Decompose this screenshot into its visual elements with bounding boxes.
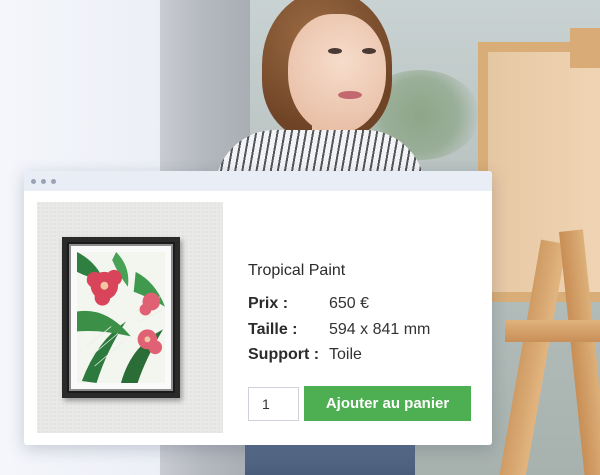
- quantity-input[interactable]: [248, 387, 299, 421]
- spec-label: Support :: [248, 346, 320, 363]
- spec-label: Taille :: [248, 321, 298, 338]
- window-dot-icon: [31, 178, 36, 184]
- woman-eye-right: [362, 48, 376, 54]
- woman-eye-left: [328, 48, 342, 54]
- window-dot-icon: [51, 178, 56, 184]
- spec-value: Toile: [329, 346, 362, 363]
- product-title: Tropical Paint: [248, 262, 346, 279]
- product-image-panel[interactable]: [37, 202, 223, 433]
- add-to-cart-button[interactable]: Ajouter au panier: [304, 386, 471, 421]
- framed-painting: [62, 237, 180, 398]
- easel-crossbar: [505, 320, 600, 342]
- spec-label: Prix :: [248, 295, 289, 312]
- spec-value: 650 €: [329, 295, 370, 312]
- product-card-window: Tropical Paint Prix : 650 € Taille : 594…: [24, 171, 492, 445]
- easel-top: [570, 28, 600, 68]
- woman-lips: [338, 91, 362, 99]
- painting-mat: [69, 244, 173, 391]
- window-dot-icon: [41, 178, 46, 184]
- spec-value: 594 x 841 mm: [329, 321, 431, 338]
- woman-jeans: [245, 440, 415, 475]
- woman-face: [288, 14, 386, 134]
- window-titlebar: [24, 171, 492, 191]
- tropical-painting-image: [77, 252, 165, 383]
- product-content: Tropical Paint Prix : 650 € Taille : 594…: [24, 191, 492, 445]
